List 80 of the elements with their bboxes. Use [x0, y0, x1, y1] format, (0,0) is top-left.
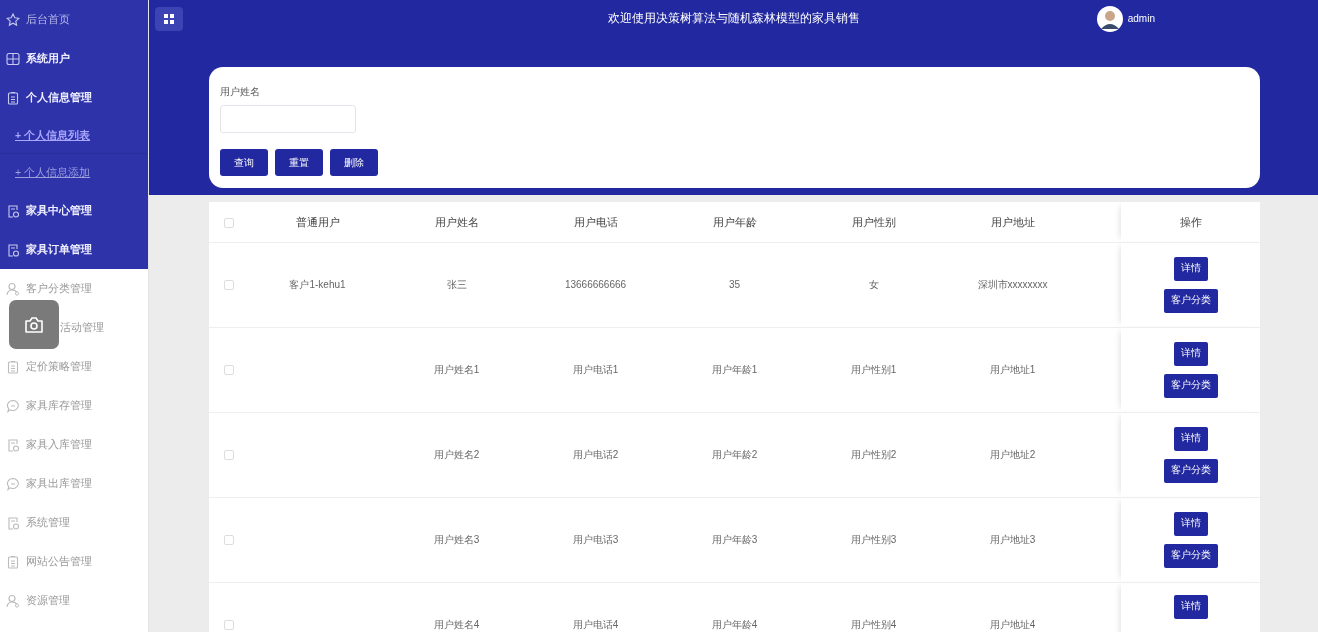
table-cell: 用户姓名1 — [433, 364, 480, 375]
sidebar-item[interactable]: 个人信息管理 — [26, 89, 92, 106]
row-action-button[interactable]: 详情 — [1173, 256, 1208, 281]
row-action-button[interactable]: 客户分类 — [1163, 458, 1218, 483]
chat-icon — [6, 476, 20, 491]
row-checkbox[interactable] — [223, 535, 234, 546]
star-icon — [6, 12, 20, 27]
action-button[interactable]: 删除 — [330, 149, 378, 176]
table-cell: 用户年龄2 — [711, 449, 758, 460]
field-label: 用户姓名 — [220, 85, 261, 99]
grid-icon — [6, 51, 20, 66]
action-button[interactable]: 重置 — [275, 149, 323, 176]
table-cell: 用户地址1 — [989, 364, 1036, 375]
header-title: 欢迎使用决策树算法与随机森林模型的家具销售 — [607, 11, 860, 24]
row-action-button[interactable]: 详情 — [1173, 511, 1208, 536]
table-cell: 客户1-kehu1 — [289, 279, 346, 290]
column-header: 普通用户 — [248, 202, 387, 242]
table-cell: 用户性别2 — [850, 449, 897, 460]
row-action-button[interactable]: 详情 — [1173, 426, 1208, 451]
user-name[interactable]: admin — [1127, 11, 1155, 26]
submenu-item[interactable]: + 个人信息列表 — [0, 117, 148, 154]
table-cell: 用户姓名4 — [433, 619, 480, 630]
clipboard-icon — [6, 359, 20, 374]
submenu-item[interactable]: + 个人信息添加 — [0, 154, 148, 191]
row-checkbox[interactable] — [223, 365, 234, 376]
name-input[interactable] — [220, 105, 356, 133]
table-cell: 用户性别4 — [850, 619, 897, 630]
document-icon — [6, 242, 20, 257]
user-icon — [6, 281, 20, 296]
menu-button[interactable] — [155, 6, 183, 31]
row-action-button[interactable]: 详情 — [1173, 341, 1208, 366]
row-action-button[interactable]: 客户分类 — [1163, 288, 1218, 313]
document-icon — [6, 437, 20, 452]
table-cell: 用户年龄3 — [711, 534, 758, 545]
table-cell: 用户年龄1 — [711, 364, 758, 375]
sidebar-item[interactable]: 系统用户 — [26, 50, 70, 67]
camera-button[interactable] — [9, 300, 59, 349]
select-all-checkbox[interactable] — [223, 217, 234, 228]
sidebar-item[interactable]: 家具订单管理 — [26, 241, 92, 258]
chat-icon — [6, 398, 20, 413]
table-cell: 用户性别3 — [850, 534, 897, 545]
table-cell: 35 — [728, 279, 741, 290]
column-header: 操作 — [1121, 202, 1260, 242]
column-header: 用户地址 — [943, 202, 1082, 242]
table-cell: 用户电话2 — [572, 449, 619, 460]
sidebar-item[interactable]: 后台首页 — [26, 11, 70, 28]
action-button[interactable]: 查询 — [220, 149, 268, 176]
document-icon — [6, 515, 20, 530]
table-cell: 张三 — [446, 279, 467, 290]
table-cell: 用户电话1 — [572, 364, 619, 375]
column-header: 用户电话 — [526, 202, 665, 242]
row-checkbox[interactable] — [223, 620, 234, 631]
row-checkbox[interactable] — [223, 280, 234, 291]
column-header: 用户年龄 — [665, 202, 804, 242]
document-icon — [6, 203, 20, 218]
grid-icon — [164, 13, 174, 24]
table-cell: 深圳市xxxxxxxx — [977, 279, 1048, 290]
table-cell: 用户地址3 — [989, 534, 1036, 545]
column-header: 用户姓名 — [387, 202, 526, 242]
column-header: 用户性别 — [804, 202, 943, 242]
table-cell: 用户电话4 — [572, 619, 619, 630]
clipboard-icon — [6, 554, 20, 569]
table-cell: 用户地址4 — [989, 619, 1036, 630]
table-cell: 女 — [868, 279, 879, 290]
table-cell: 用户性别1 — [850, 364, 897, 375]
sidebar-item[interactable]: 家具中心管理 — [26, 202, 92, 219]
table-cell: 用户姓名2 — [433, 449, 480, 460]
row-action-button[interactable]: 客户分类 — [1163, 543, 1218, 568]
camera-icon — [24, 315, 44, 334]
table-cell: 13666666666 — [564, 279, 627, 290]
table-cell: 用户地址2 — [989, 449, 1036, 460]
avatar-icon[interactable] — [1096, 5, 1123, 32]
table-cell: 用户年龄4 — [711, 619, 758, 630]
user-icon — [6, 593, 20, 608]
table-cell: 用户姓名3 — [433, 534, 480, 545]
row-action-button[interactable]: 详情 — [1173, 594, 1208, 619]
row-action-button[interactable]: 客户分类 — [1163, 373, 1218, 398]
clipboard-icon — [6, 90, 20, 105]
table-cell: 用户电话3 — [572, 534, 619, 545]
row-checkbox[interactable] — [223, 450, 234, 461]
